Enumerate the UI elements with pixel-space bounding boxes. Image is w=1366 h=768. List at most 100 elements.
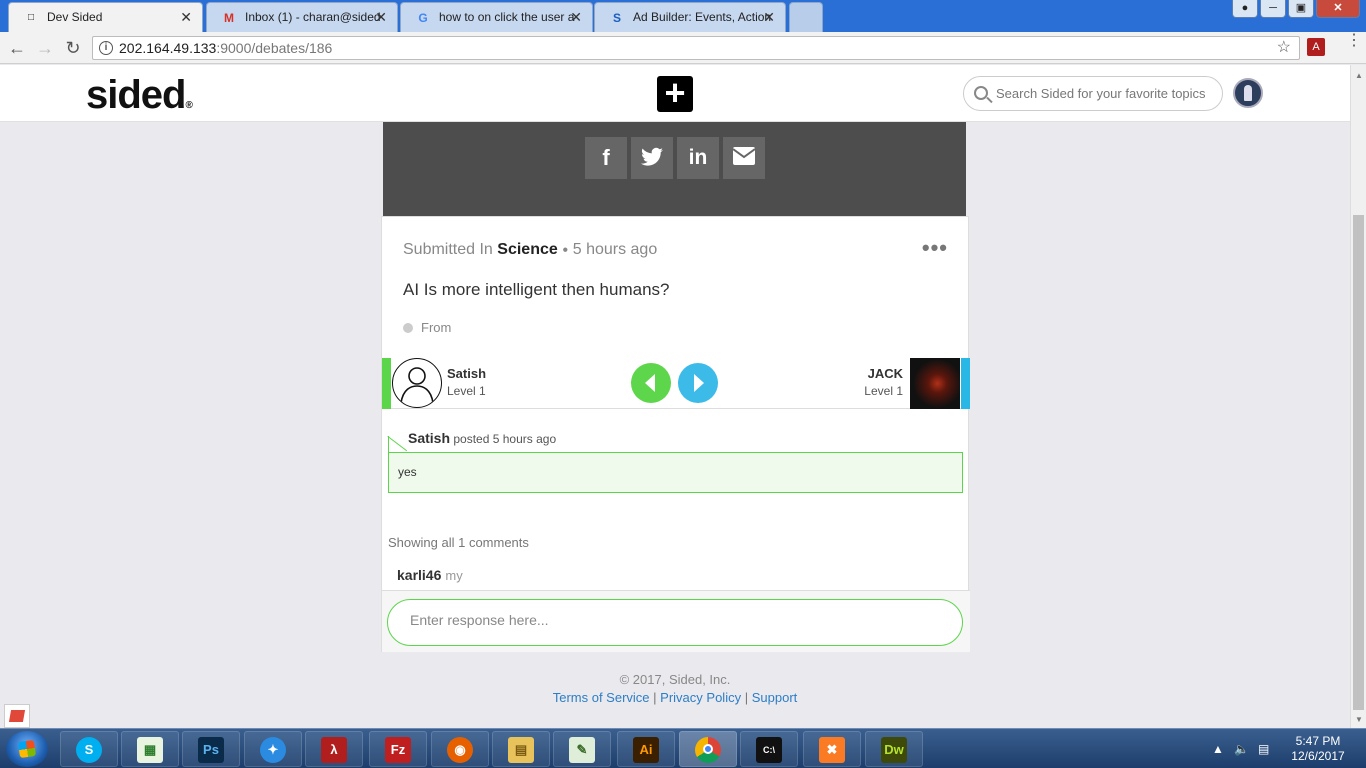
forward-icon[interactable]: → [34,37,56,59]
comment-author[interactable]: karli46 [397,567,441,583]
site-header: sided® + Search Sided for your favorite … [0,65,1350,122]
start-button[interactable] [6,731,48,767]
debate-card: Submitted In Science ● 5 hours ago ••• A… [381,216,970,652]
post-author[interactable]: Satish [408,430,450,446]
filezilla-icon[interactable]: Fz [369,731,427,767]
bookmark-star-icon[interactable]: ☆ [1277,37,1291,59]
tab-title: Ad Builder: Events, Action [633,10,772,24]
from-label: From [421,320,452,335]
explorer-icon[interactable]: ▤ [492,731,550,767]
close-tab-icon[interactable]: ✕ [570,3,582,31]
app-icon[interactable]: ✦ [244,731,302,767]
acrobat-icon[interactable]: λ [305,731,363,767]
debate-versus-bar: Satish Level 1 JACK Level 1 [382,358,970,409]
comment-text: my [445,568,463,583]
cmd-icon[interactable]: C:\ [740,731,798,767]
bottom-left-widget-icon[interactable] [4,704,30,728]
debate-question: AI Is more intelligent then humans? [403,280,670,299]
illustrator-icon[interactable]: Ai [617,731,675,767]
sided-logo[interactable]: sided® [86,73,193,118]
scroll-up-icon[interactable]: ▲ [1355,71,1363,80]
info-icon[interactable]: i [99,41,113,55]
url-host: 202.164.49.133 [119,40,217,56]
search-input[interactable]: Search Sided for your favorite topics [963,76,1223,111]
tab-inbox[interactable]: M Inbox (1) - charan@sided ✕ [206,2,398,32]
google-icon: G [418,11,428,25]
from-line: From [403,320,451,335]
user-avatar[interactable] [1233,78,1263,108]
xampp-icon[interactable]: ✖ [803,731,861,767]
browser-menu-icon[interactable]: ⋮ [1346,33,1362,49]
skype-icon[interactable]: S [60,731,118,767]
post-text: yes [398,465,417,479]
scroll-down-icon[interactable]: ▼ [1355,715,1363,724]
browser-tabstrip: □ Dev Sided ✕ M Inbox (1) - charan@sided… [0,0,1366,32]
left-user-level: Level 1 [447,384,486,398]
search-placeholder: Search Sided for your favorite topics [996,86,1206,101]
spreadsheet-icon[interactable]: ▦ [121,731,179,767]
separator-dot: ● [562,244,569,256]
privacy-policy-link[interactable]: Privacy Policy [660,690,741,705]
search-icon [974,86,988,100]
tab-ad-builder[interactable]: S Ad Builder: Events, Action ✕ [594,2,786,32]
more-options-icon[interactable]: ••• [922,235,948,261]
reload-icon[interactable]: ↻ [62,37,84,59]
new-tab-button[interactable] [789,2,823,32]
create-debate-button[interactable]: + [657,75,693,112]
system-clock[interactable]: 5:47 PM 12/6/2017 [1288,734,1348,764]
site-footer: © 2017, Sided, Inc. Terms of Service | P… [0,671,1350,707]
tab-title: Inbox (1) - charan@sided [245,10,381,24]
back-icon[interactable]: ← [6,37,28,59]
left-user-name[interactable]: Satish [447,366,486,381]
post-meta: Satish posted 5 hours ago [408,430,556,446]
clock-date: 12/6/2017 [1291,749,1345,763]
firefox-icon[interactable]: ◉ [431,731,489,767]
link-separator: | [653,690,657,705]
close-window-icon[interactable]: ✕ [1316,0,1360,18]
minimize-icon[interactable]: ─ [1260,0,1286,18]
submitted-prefix: Submitted In [403,241,493,258]
chrome-icon[interactable] [679,731,737,767]
post-action: posted [453,432,490,446]
close-tab-icon[interactable]: ✕ [763,3,775,31]
photoshop-icon[interactable]: Ps [182,731,240,767]
next-arrow-button[interactable] [678,363,718,403]
scrollbar-thumb[interactable] [1353,215,1364,710]
close-tab-icon[interactable]: ✕ [180,3,192,31]
previous-arrow-button[interactable] [631,363,671,403]
right-user-name[interactable]: JACK [868,366,903,381]
post-time: 5 hours ago [492,432,557,446]
volume-muted-icon[interactable]: 🔈 [1234,742,1249,756]
page-scrollbar[interactable]: ▲ ▼ [1350,65,1366,728]
acrobat-extension-icon[interactable]: A [1307,38,1325,56]
post-bubble-notch [388,436,406,453]
network-icon[interactable]: ▤ [1258,742,1269,756]
dreamweaver-icon[interactable]: Dw [865,731,923,767]
support-link[interactable]: Support [752,690,798,705]
logo-mark: ® [185,100,192,111]
from-dot-icon [403,323,413,333]
notepad-icon[interactable]: ✎ [553,731,611,767]
show-hidden-icons[interactable]: ▲ [1212,742,1224,756]
logo-text: sided [86,73,186,117]
maximize-icon[interactable]: ▣ [1288,0,1314,18]
category-link[interactable]: Science [497,241,557,258]
twitter-icon[interactable] [631,137,673,179]
right-user-avatar[interactable] [910,358,960,409]
email-icon[interactable] [723,137,765,179]
linkedin-icon[interactable]: in [677,137,719,179]
close-tab-icon[interactable]: ✕ [375,3,387,31]
right-user-level: Level 1 [864,384,903,398]
windows-taskbar: S ▦ Ps ✦ λ Fz ◉ ▤ ✎ Ai C:\ ✖ Dw ▲ 🔈 ▤ 5:… [0,728,1366,768]
response-input[interactable]: Enter response here... [387,599,963,646]
gmail-icon: M [224,11,234,25]
terms-of-service-link[interactable]: Terms of Service [553,690,650,705]
address-bar[interactable]: i 202.164.49.133:9000/debates/186 ☆ [92,36,1300,60]
left-user-avatar[interactable] [392,358,442,408]
facebook-icon[interactable]: f [585,137,627,179]
tab-google-search[interactable]: G how to on click the user a ✕ [400,2,593,32]
tab-dev-sided[interactable]: □ Dev Sided ✕ [8,2,203,32]
browser-toolbar: ← → ↻ i 202.164.49.133:9000/debates/186 … [0,32,1366,64]
share-panel: f in [383,122,966,216]
user-icon[interactable]: ● [1232,0,1258,18]
